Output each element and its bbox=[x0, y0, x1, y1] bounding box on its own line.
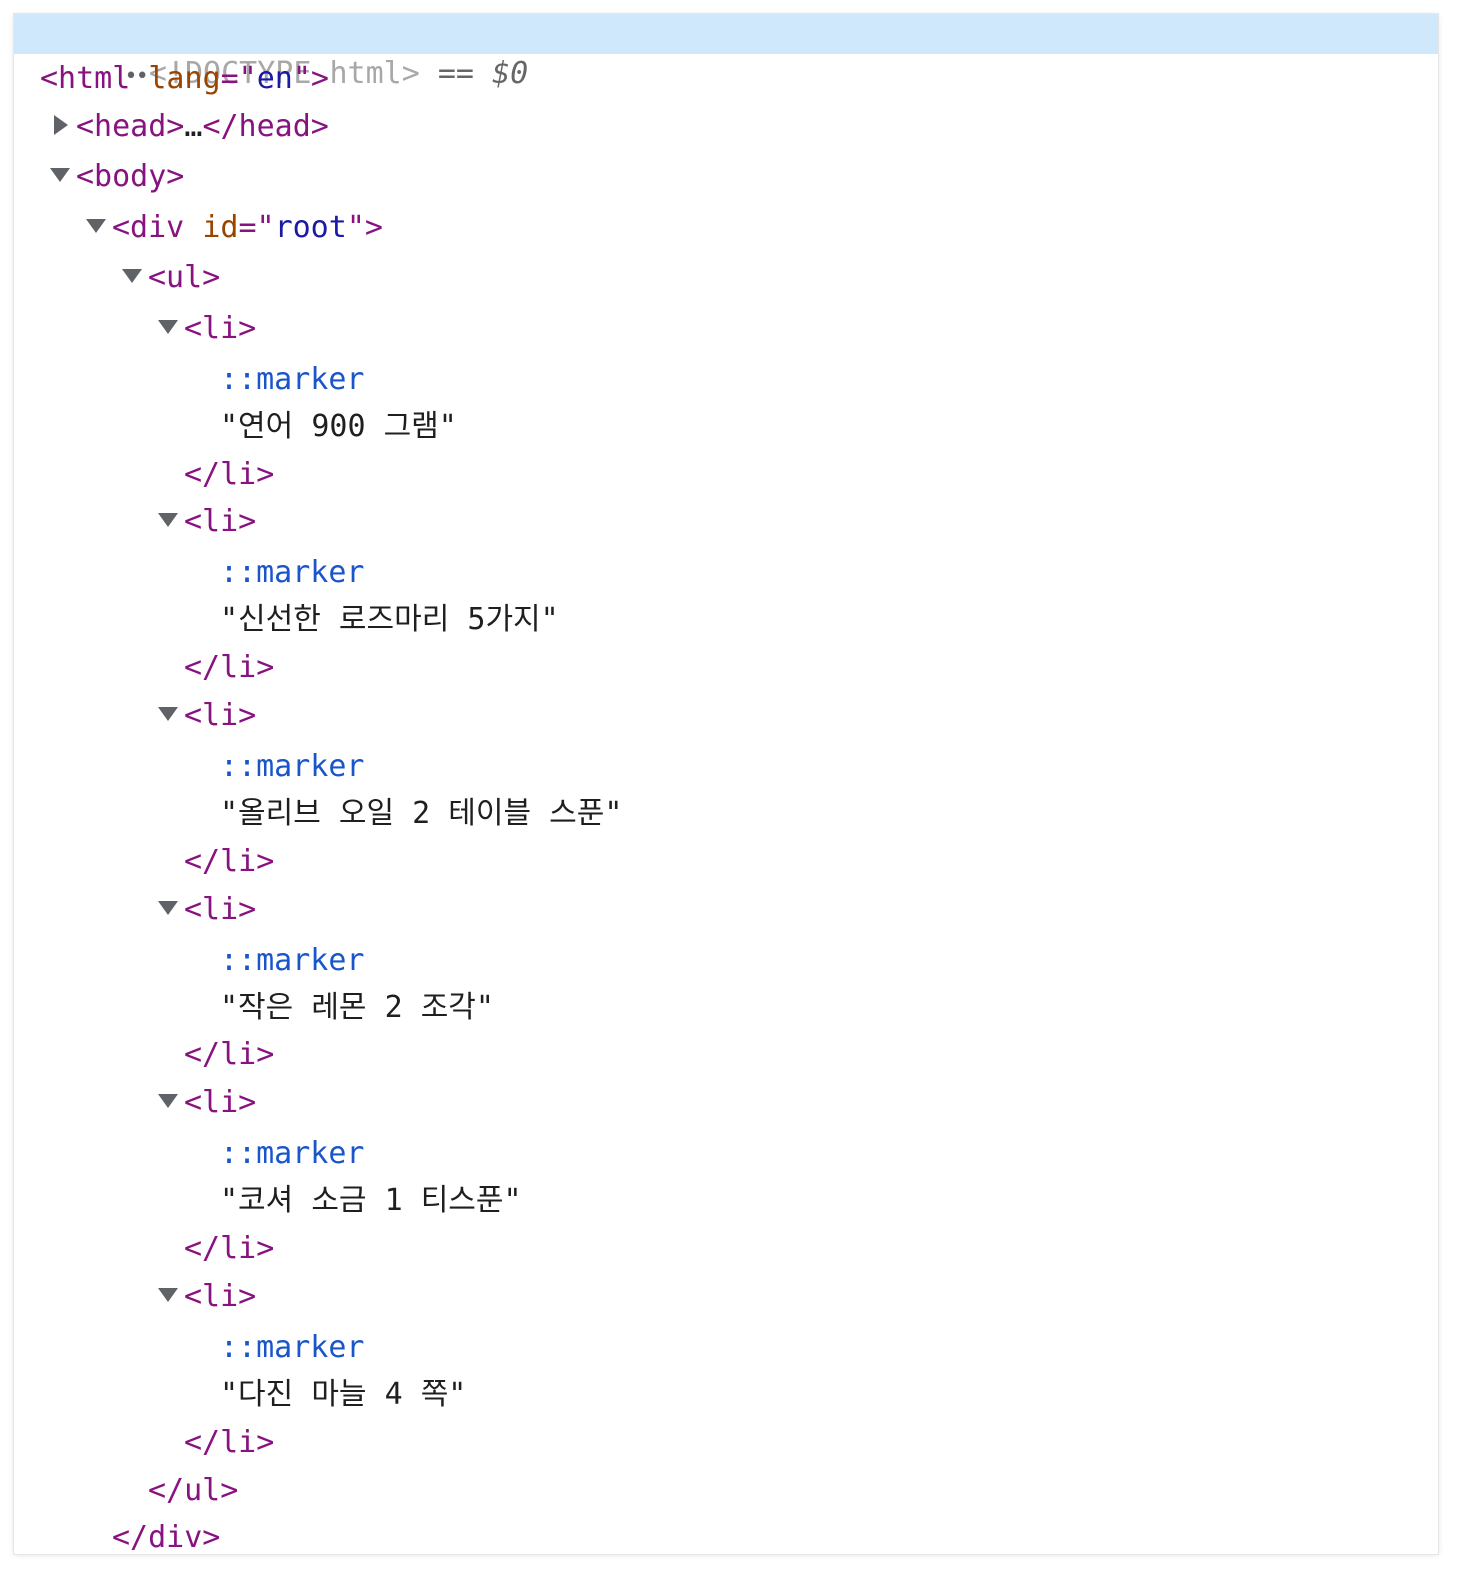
li-close-row[interactable]: </li> bbox=[14, 648, 1438, 688]
li-close-tag: </li> bbox=[184, 1425, 275, 1460]
li-row[interactable]: <li> bbox=[14, 1083, 1438, 1123]
div-close-tag: </div> bbox=[112, 1520, 221, 1554]
li-close-row[interactable]: </li> bbox=[14, 1229, 1438, 1269]
text-node-row[interactable]: "코셔 소금 1 티스푼" bbox=[14, 1181, 1438, 1221]
head-open-tag: <head> bbox=[76, 109, 185, 144]
li-close-tag: </li> bbox=[184, 844, 275, 879]
marker-row[interactable]: ::marker bbox=[14, 1134, 1438, 1174]
text-node-row[interactable]: "신선한 로즈마리 5가지" bbox=[14, 600, 1438, 640]
lang-attr-close: "> bbox=[292, 61, 329, 96]
text-node-row[interactable]: "다진 마늘 4 쪽" bbox=[14, 1375, 1438, 1415]
lang-attr-eq: =" bbox=[220, 61, 257, 96]
expanded-triangle-icon[interactable] bbox=[158, 900, 178, 915]
ul-close-row[interactable]: </ul> bbox=[14, 1471, 1438, 1511]
ul-open-tag: <ul> bbox=[148, 260, 221, 295]
li-close-row[interactable]: </li> bbox=[14, 1423, 1438, 1463]
doctype-row[interactable]: ••<!DOCTYPE html> == $0 bbox=[14, 14, 1438, 91]
elements-panel: ••<!DOCTYPE html> == $0 <html lang="en">… bbox=[14, 14, 1438, 1554]
list-item-text: "연어 900 그램" bbox=[220, 409, 457, 444]
li-row[interactable]: <li> bbox=[14, 890, 1438, 930]
head-close-tag: </head> bbox=[202, 109, 329, 144]
collapsed-triangle-icon[interactable] bbox=[54, 114, 68, 135]
marker-pseudo: ::marker bbox=[220, 1136, 365, 1171]
div-tag: <div bbox=[112, 210, 185, 245]
marker-row[interactable]: ::marker bbox=[14, 360, 1438, 400]
expanded-triangle-icon[interactable] bbox=[158, 706, 178, 721]
expanded-triangle-icon[interactable] bbox=[158, 319, 178, 334]
marker-row[interactable]: ::marker bbox=[14, 1328, 1438, 1368]
head-ellipsis[interactable]: … bbox=[184, 109, 202, 144]
li-open-tag: <li> bbox=[184, 311, 257, 346]
li-row[interactable]: <li> bbox=[14, 309, 1438, 349]
div-close-row[interactable]: </div> bbox=[14, 1518, 1438, 1554]
li-row[interactable]: <li> bbox=[14, 696, 1438, 736]
text-node-row[interactable]: "작은 레몬 2 조각" bbox=[14, 988, 1438, 1028]
li-close-tag: </li> bbox=[184, 1037, 275, 1072]
li-row[interactable]: <li> bbox=[14, 1277, 1438, 1317]
text-node-row[interactable]: "올리브 오일 2 테이블 스푼" bbox=[14, 794, 1438, 834]
html-tag: <html bbox=[40, 61, 131, 96]
html-row[interactable]: <html lang="en"> bbox=[14, 59, 1438, 99]
list-item-text: "올리브 오일 2 테이블 스푼" bbox=[220, 796, 623, 831]
marker-row[interactable]: ::marker bbox=[14, 553, 1438, 593]
li-open-tag: <li> bbox=[184, 698, 257, 733]
expanded-triangle-icon[interactable] bbox=[86, 218, 106, 233]
id-attr-name: id bbox=[202, 210, 239, 245]
expanded-triangle-icon[interactable] bbox=[50, 167, 70, 182]
li-close-row[interactable]: </li> bbox=[14, 1035, 1438, 1075]
marker-row[interactable]: ::marker bbox=[14, 747, 1438, 787]
id-attr-eq: =" bbox=[238, 210, 275, 245]
id-attr-value: root bbox=[274, 210, 347, 245]
lang-attr-value: en bbox=[256, 61, 293, 96]
div-root-row[interactable]: <div id="root"> bbox=[14, 208, 1438, 248]
text-node-row[interactable]: "연어 900 그램" bbox=[14, 407, 1438, 447]
list-item-text: "다진 마늘 4 쪽" bbox=[220, 1377, 467, 1412]
body-open-tag: <body> bbox=[76, 159, 185, 194]
marker-pseudo: ::marker bbox=[220, 555, 365, 590]
li-close-row[interactable]: </li> bbox=[14, 455, 1438, 495]
marker-pseudo: ::marker bbox=[220, 362, 365, 397]
marker-pseudo: ::marker bbox=[220, 1330, 365, 1365]
ul-row[interactable]: <ul> bbox=[14, 258, 1438, 298]
li-open-tag: <li> bbox=[184, 504, 257, 539]
li-row[interactable]: <li> bbox=[14, 502, 1438, 542]
list-item-text: "작은 레몬 2 조각" bbox=[220, 990, 494, 1025]
marker-pseudo: ::marker bbox=[220, 749, 365, 784]
li-open-tag: <li> bbox=[184, 1085, 257, 1120]
li-close-tag: </li> bbox=[184, 1231, 275, 1266]
li-close-tag: </li> bbox=[184, 650, 275, 685]
expanded-triangle-icon[interactable] bbox=[158, 1287, 178, 1302]
marker-pseudo: ::marker bbox=[220, 943, 365, 978]
lang-attr-name: lang bbox=[148, 61, 221, 96]
id-attr-close: "> bbox=[346, 210, 383, 245]
expanded-triangle-icon[interactable] bbox=[158, 512, 178, 527]
li-open-tag: <li> bbox=[184, 1279, 257, 1314]
ul-close-tag: </ul> bbox=[148, 1473, 239, 1508]
li-close-tag: </li> bbox=[184, 457, 275, 492]
li-open-tag: <li> bbox=[184, 892, 257, 927]
expanded-triangle-icon[interactable] bbox=[158, 1093, 178, 1108]
list-item-text: "코셔 소금 1 티스푼" bbox=[220, 1183, 522, 1218]
head-row[interactable]: <head>…</head> bbox=[14, 107, 1438, 147]
marker-row[interactable]: ::marker bbox=[14, 941, 1438, 981]
expanded-triangle-icon[interactable] bbox=[122, 268, 142, 283]
body-row[interactable]: <body> bbox=[14, 157, 1438, 197]
li-close-row[interactable]: </li> bbox=[14, 842, 1438, 882]
list-item-text: "신선한 로즈마리 5가지" bbox=[220, 602, 559, 637]
